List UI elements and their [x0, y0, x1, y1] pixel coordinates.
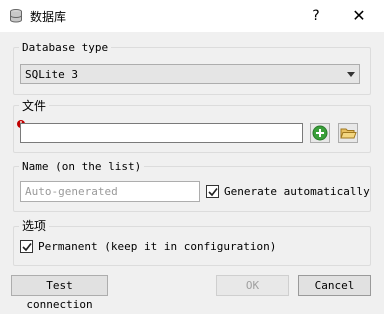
file-group-title: 文件 — [19, 97, 50, 114]
generate-automatically-checkbox[interactable] — [206, 185, 219, 198]
browse-file-button[interactable] — [338, 123, 358, 143]
database-icon — [8, 8, 24, 24]
file-path-input[interactable] — [20, 123, 303, 143]
close-icon[interactable]: ✕ — [348, 6, 370, 26]
permanent-label[interactable]: Permanent (keep it in configuration) — [38, 240, 276, 253]
database-type-value: SQLite 3 — [25, 68, 78, 81]
window-title: 数据库 — [30, 10, 67, 24]
name-input[interactable]: Auto-generated — [20, 181, 200, 202]
name-group-title: Name (on the list) — [19, 160, 145, 173]
add-file-button[interactable] — [310, 123, 330, 143]
permanent-checkbox[interactable] — [20, 240, 33, 253]
generate-automatically-label[interactable]: Generate automatically — [224, 185, 370, 198]
cancel-button[interactable]: Cancel — [298, 275, 371, 296]
help-icon[interactable]: ? — [306, 6, 326, 26]
test-connection-button[interactable]: Test connection — [11, 275, 108, 311]
database-type-group-title: Database type — [19, 41, 112, 54]
chevron-down-icon — [347, 72, 355, 77]
ok-button[interactable]: OK — [216, 275, 289, 296]
options-group-title: 选项 — [19, 217, 50, 234]
title-bar: 数据库 ? ✕ — [0, 0, 384, 32]
name-placeholder: Auto-generated — [25, 185, 118, 198]
database-type-select[interactable]: SQLite 3 — [20, 64, 360, 84]
